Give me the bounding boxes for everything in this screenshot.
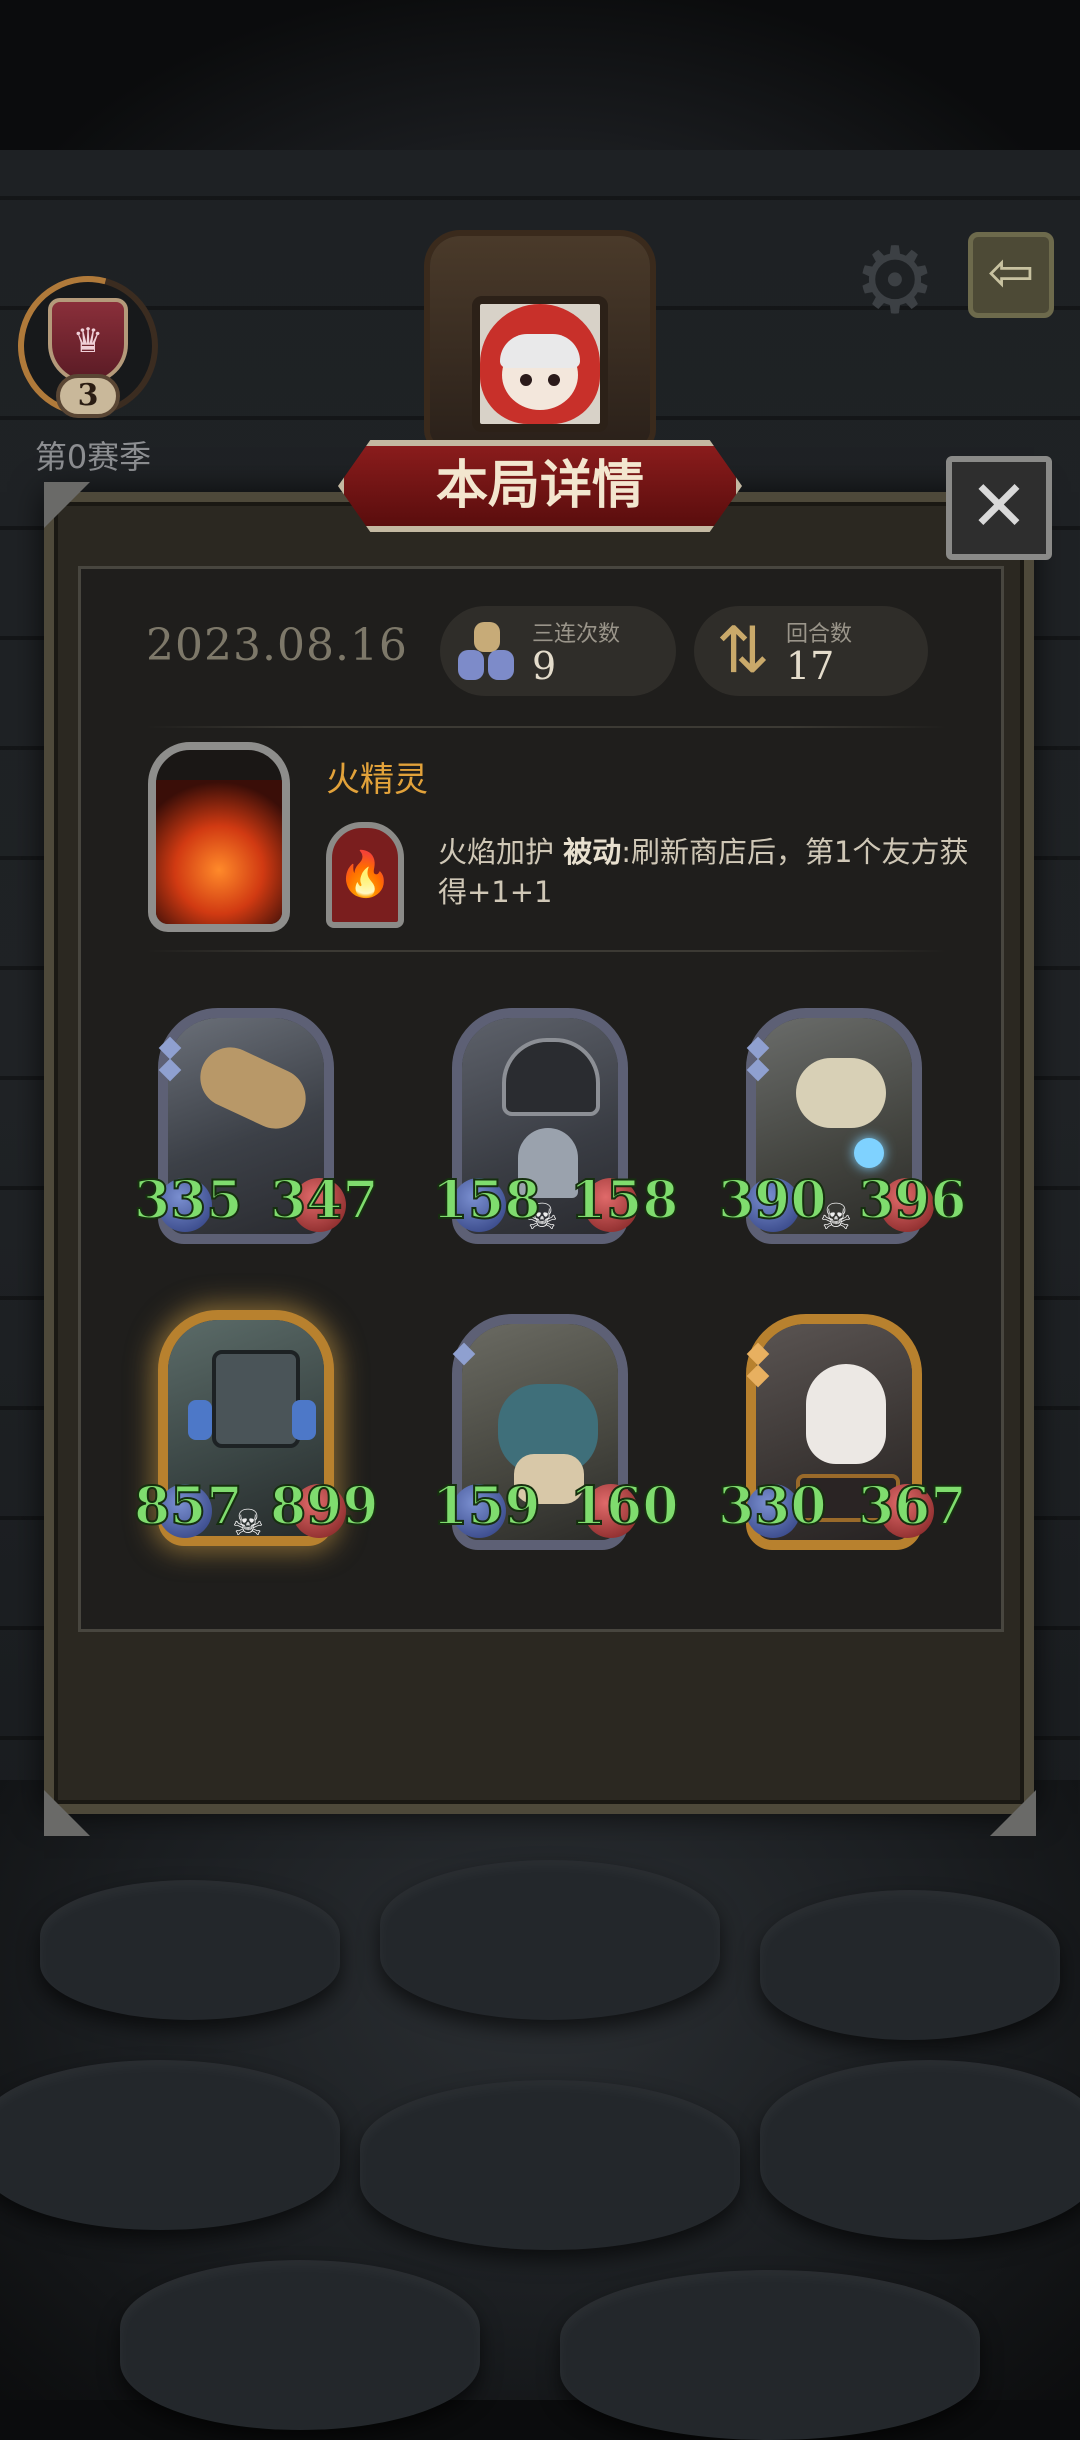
divider xyxy=(146,726,946,728)
relic-name: 火精灵 xyxy=(326,760,428,800)
unit-attack: 335 xyxy=(133,1169,244,1232)
unit-health: 158 xyxy=(569,1169,680,1232)
unit-attack: 159 xyxy=(431,1475,542,1538)
floor-stone xyxy=(120,2260,480,2430)
floor-stone xyxy=(560,2270,980,2440)
rounds-stat: ⇅ 回合数 17 xyxy=(694,606,928,696)
gear-icon[interactable]: ⚙ xyxy=(850,235,940,327)
triple-icon xyxy=(456,620,518,682)
skill-description: 火焰加护 被动:刷新商店后，第1个友方获得+1+1 xyxy=(438,832,992,912)
flame-icon: 🔥 xyxy=(326,822,404,928)
unit-attack: 158 xyxy=(431,1169,542,1232)
fire-spirit-art xyxy=(156,780,282,924)
crown-icon: ♛ xyxy=(48,298,128,384)
floor-stone xyxy=(0,2060,340,2230)
rounds-value: 17 xyxy=(786,644,835,688)
floor-stone xyxy=(380,1860,720,2020)
avatar-eye xyxy=(548,374,560,386)
floor-stone xyxy=(40,1880,340,2020)
season-label: 第0赛季 xyxy=(34,438,152,476)
unit-health: 160 xyxy=(569,1475,680,1538)
rounds-icon: ⇅ xyxy=(716,614,770,688)
unit-health: 899 xyxy=(269,1475,380,1538)
unit-attack: 330 xyxy=(717,1475,828,1538)
relic-card[interactable] xyxy=(148,742,290,932)
match-date: 2023.08.16 xyxy=(146,620,408,671)
floor-stone xyxy=(760,1890,1060,2040)
divider xyxy=(146,950,946,952)
triple-stat: 三连次数 9 xyxy=(440,606,676,696)
close-button[interactable]: ✕ xyxy=(946,456,1052,560)
avatar-hair xyxy=(500,334,580,368)
close-icon: ✕ xyxy=(969,465,1029,547)
floor-stone xyxy=(760,2060,1080,2240)
unit-health: 396 xyxy=(857,1169,968,1232)
floor-stone xyxy=(360,2080,740,2250)
unit-health: 347 xyxy=(269,1169,380,1232)
unit-attack: 390 xyxy=(717,1169,828,1232)
season-level: 3 xyxy=(56,374,120,418)
skill-name: 火焰加护 xyxy=(438,835,555,869)
avatar-eye xyxy=(520,374,532,386)
player-avatar[interactable] xyxy=(472,296,608,432)
skill-type: 被动 xyxy=(563,835,622,869)
triple-value: 9 xyxy=(532,644,557,688)
unit-health: 367 xyxy=(857,1475,968,1538)
unit-attack: 857 xyxy=(133,1475,244,1538)
back-arrow-icon[interactable]: ⇦ xyxy=(968,232,1054,318)
dialog-title: 本局详情 xyxy=(435,456,644,516)
